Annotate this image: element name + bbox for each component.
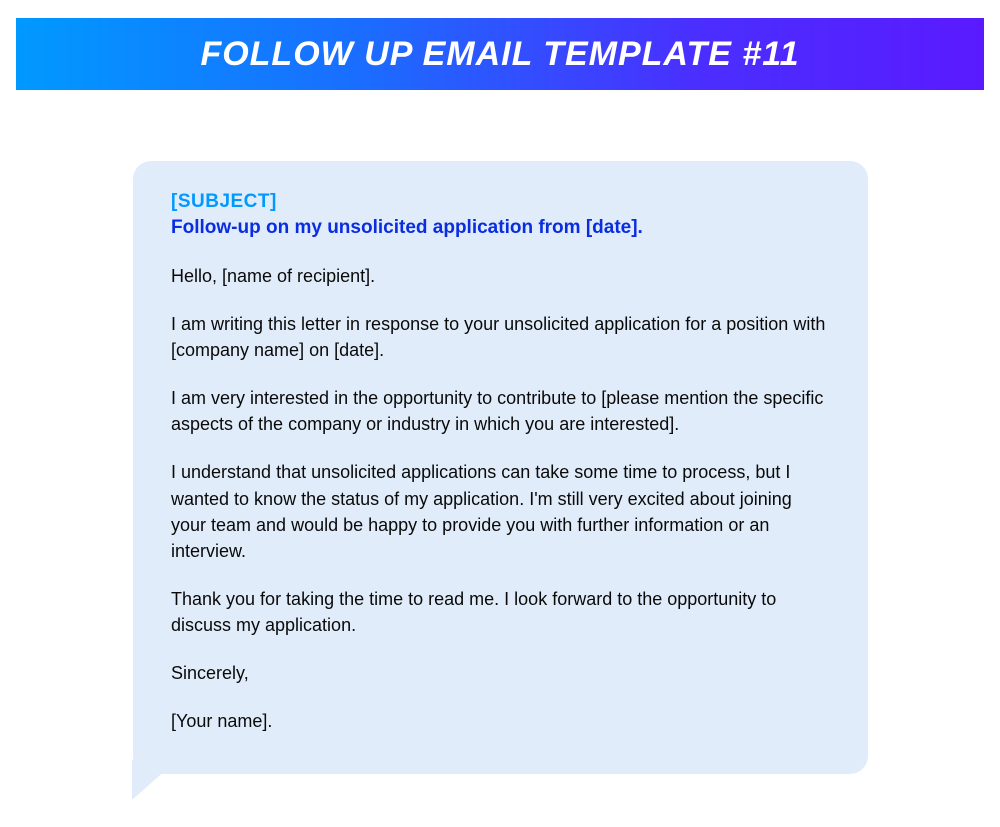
header-banner: FOLLOW UP EMAIL TEMPLATE #11 [16, 18, 984, 90]
signoff: Sincerely, [171, 660, 830, 686]
email-body: Hello, [name of recipient]. I am writing… [171, 263, 830, 734]
subject-line: Follow-up on my unsolicited application … [171, 217, 830, 239]
greeting: Hello, [name of recipient]. [171, 263, 830, 289]
paragraph-2: I am very interested in the opportunity … [171, 385, 830, 437]
paragraph-3: I understand that unsolicited applicatio… [171, 459, 830, 563]
paragraph-1: I am writing this letter in response to … [171, 311, 830, 363]
speech-bubble-tail [132, 760, 177, 800]
email-template-card: [SUBJECT] Follow-up on my unsolicited ap… [133, 161, 868, 774]
signature: [Your name]. [171, 708, 830, 734]
subject-label: [SUBJECT] [171, 191, 830, 213]
paragraph-4: Thank you for taking the time to read me… [171, 586, 830, 638]
header-title: FOLLOW UP EMAIL TEMPLATE #11 [200, 35, 799, 74]
